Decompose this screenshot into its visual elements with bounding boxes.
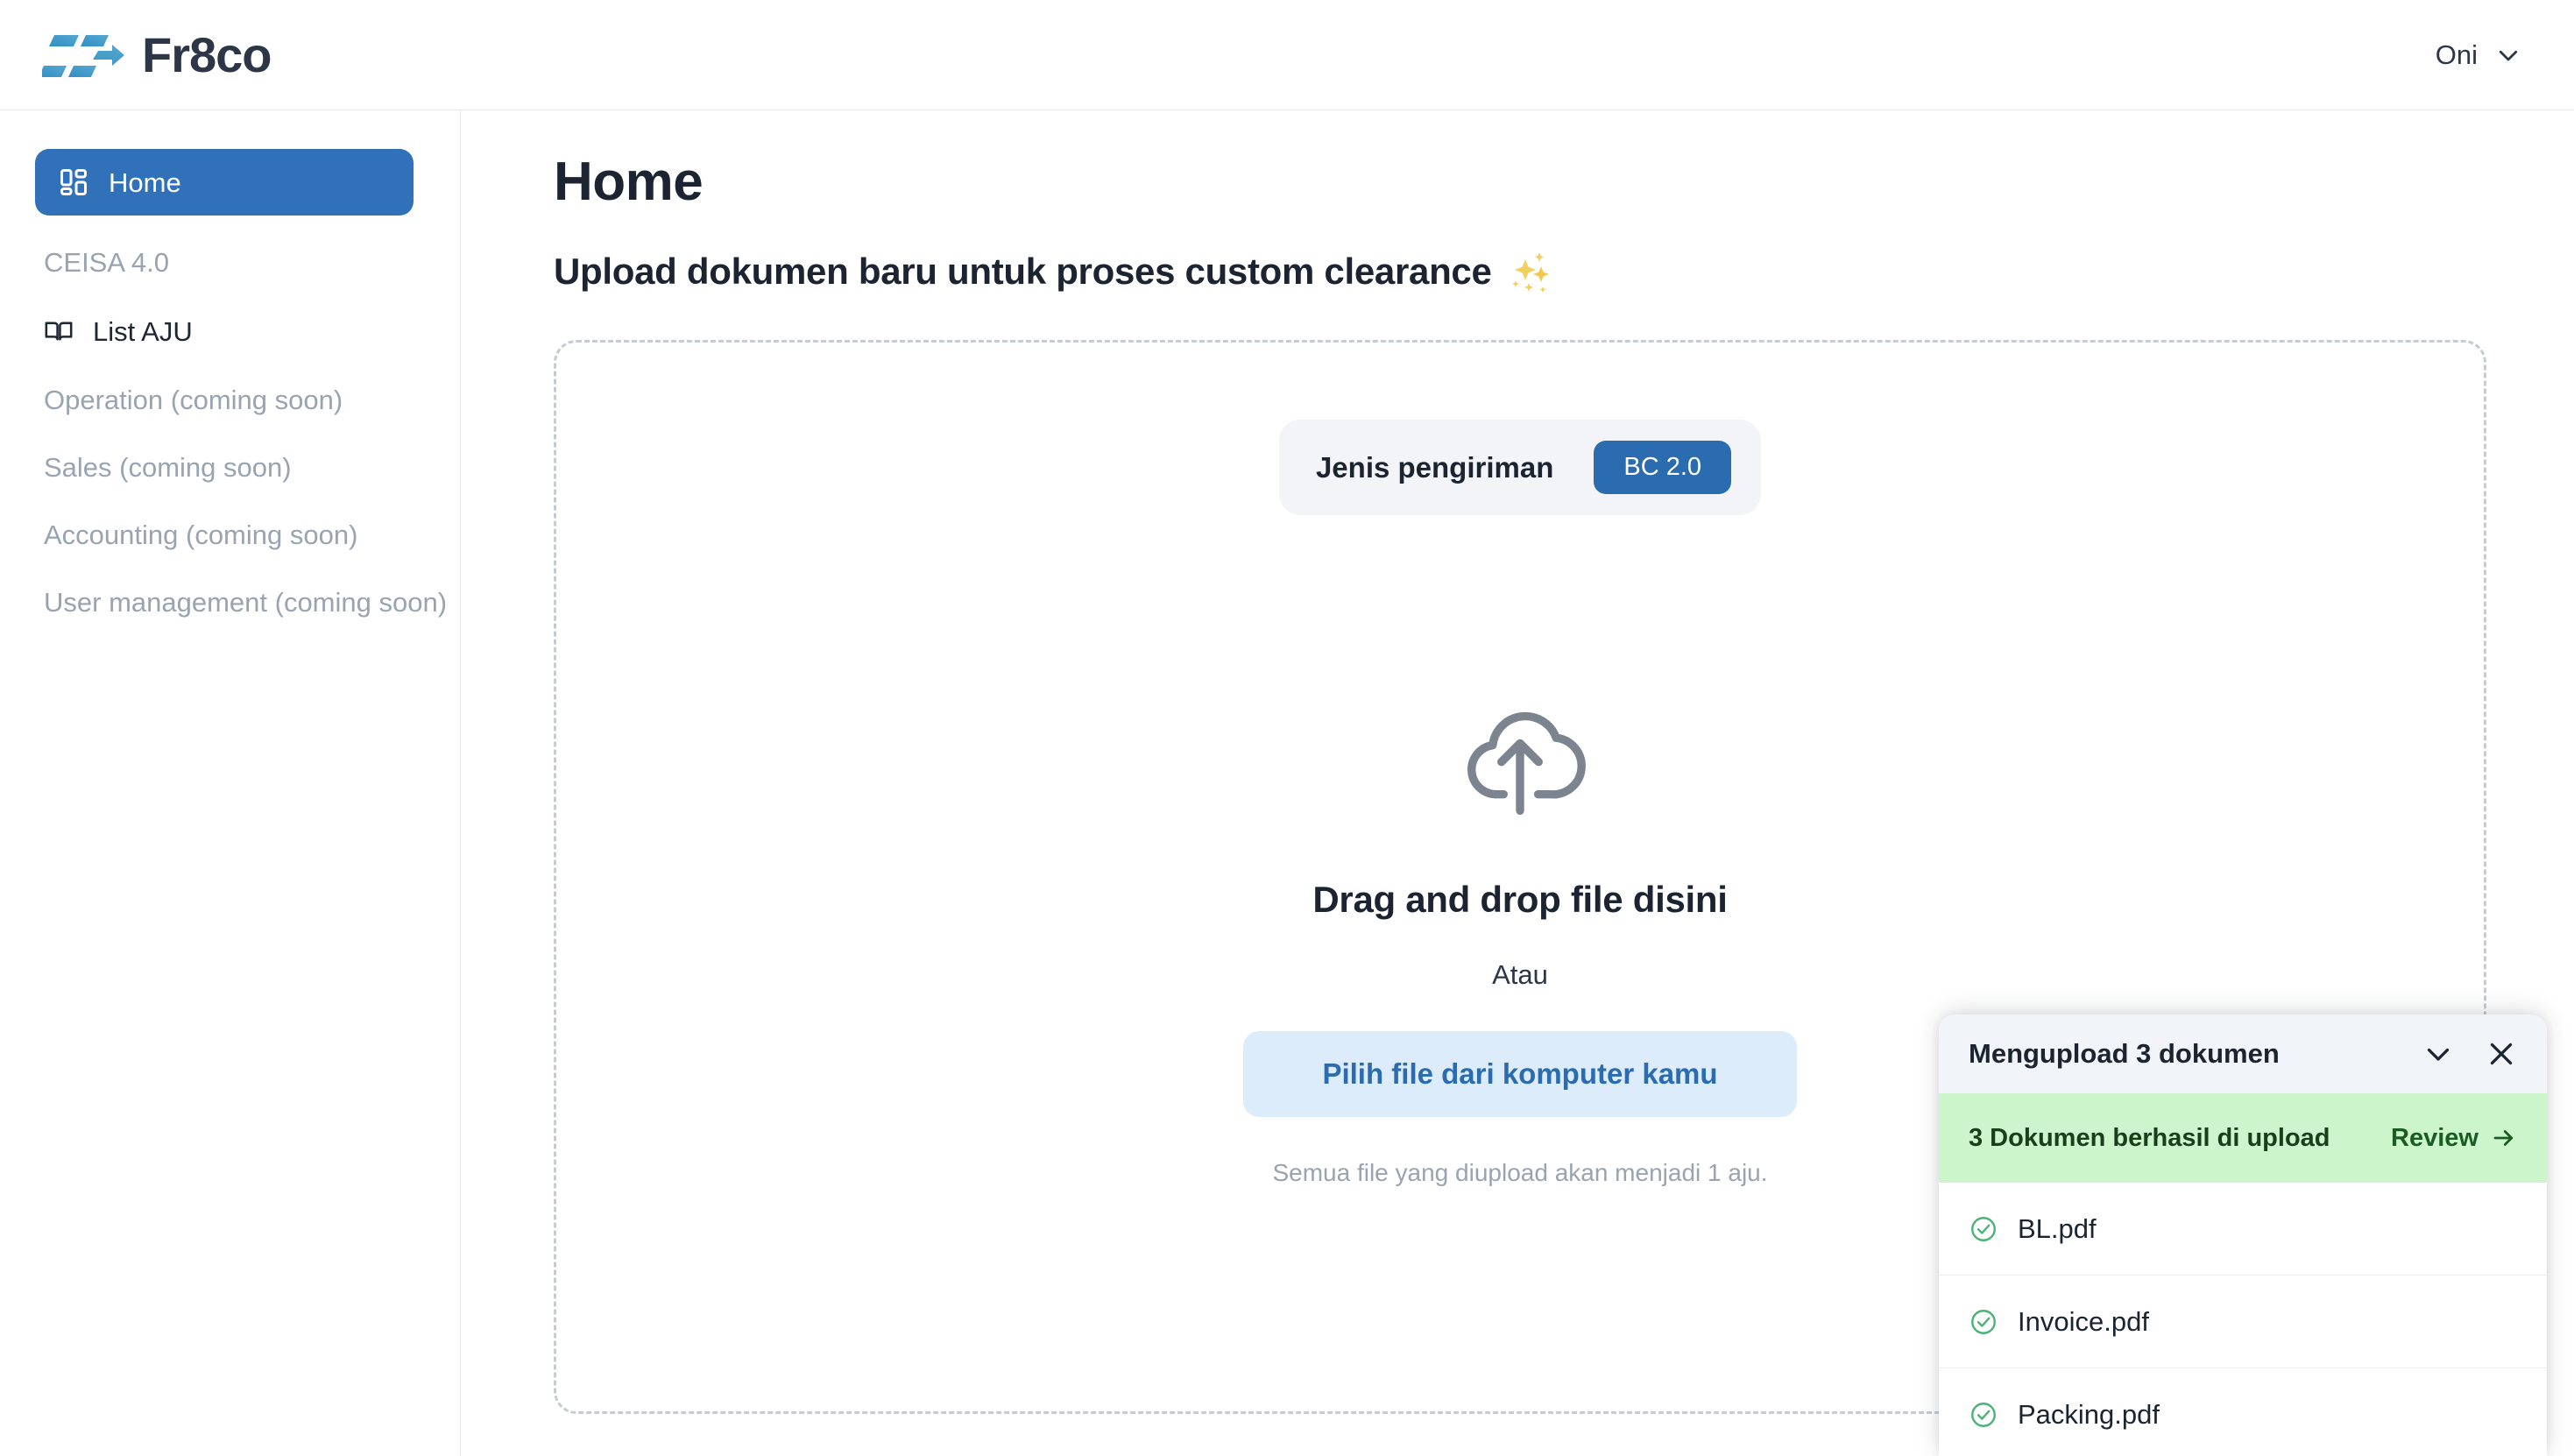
sidebar-item-sales: Sales (coming soon): [39, 440, 418, 495]
upload-success-banner: 3 Dokumen berhasil di upload Review: [1939, 1093, 2547, 1183]
book-open-icon: [44, 316, 74, 346]
file-name: Packing.pdf: [2018, 1399, 2160, 1431]
sidebar-item-label: User management (coming soon): [44, 589, 447, 616]
choose-file-button[interactable]: Pilih file dari komputer kamu: [1243, 1031, 1797, 1117]
chevron-down-icon: [2495, 42, 2521, 68]
file-name: Invoice.pdf: [2018, 1306, 2149, 1338]
sidebar-item-label: CEISA 4.0: [44, 249, 169, 276]
page-subtitle: Upload dokumen baru untuk proses custom …: [554, 251, 1492, 293]
check-circle-icon: [1969, 1400, 1998, 1430]
dropzone-title: Drag and drop file disini: [1312, 879, 1727, 921]
collapse-panel-button[interactable]: [2419, 1035, 2457, 1073]
sidebar: Home CEISA 4.0 List AJU Operation (comin…: [0, 110, 461, 1456]
sidebar-item-label: Sales (coming soon): [44, 454, 292, 481]
dropzone-or-text: Atau: [1492, 959, 1548, 991]
sidebar-item-list-aju[interactable]: List AJU: [39, 302, 418, 360]
user-menu[interactable]: Oni: [2430, 31, 2527, 80]
cloud-upload-icon: [1454, 693, 1586, 824]
list-item[interactable]: Packing.pdf: [1939, 1368, 2547, 1456]
brand-name: Fr8co: [142, 31, 272, 80]
check-circle-icon: [1969, 1307, 1998, 1337]
review-link[interactable]: Review: [2391, 1124, 2517, 1153]
sidebar-item-label: List AJU: [93, 318, 193, 345]
shipment-type-badge[interactable]: BC 2.0: [1594, 441, 1731, 494]
brand[interactable]: Fr8co: [42, 28, 272, 82]
sidebar-item-label: Accounting (coming soon): [44, 521, 357, 548]
sidebar-item-operation: Operation (coming soon): [39, 372, 418, 428]
upload-panel-header: Mengupload 3 dokumen: [1939, 1014, 2547, 1093]
dropzone-hint: Semua file yang diupload akan menjadi 1 …: [1272, 1159, 1767, 1187]
sidebar-item-home[interactable]: Home: [35, 149, 414, 216]
upload-panel-title: Mengupload 3 dokumen: [1969, 1038, 2280, 1070]
list-item[interactable]: Invoice.pdf: [1939, 1276, 2547, 1368]
upload-progress-panel: Mengupload 3 dokumen 3 Dokumen berhasil …: [1939, 1014, 2547, 1456]
fr8co-arrow-bars-logo-icon: [42, 28, 124, 82]
review-label: Review: [2391, 1124, 2479, 1153]
shipment-type-selector: Jenis pengiriman BC 2.0: [1279, 420, 1761, 515]
list-item[interactable]: BL.pdf: [1939, 1183, 2547, 1276]
sidebar-section-ceisa: CEISA 4.0: [39, 235, 418, 290]
sidebar-item-user-management: User management (coming soon): [39, 575, 418, 630]
sidebar-item-label: Operation (coming soon): [44, 386, 343, 413]
top-bar: Fr8co Oni: [0, 0, 2574, 110]
upload-panel-actions: [2419, 1035, 2521, 1073]
app-root: Fr8co Oni Home CEISA 4.0: [0, 0, 2574, 1456]
sidebar-item-accounting: Accounting (coming soon): [39, 507, 418, 562]
close-panel-button[interactable]: [2482, 1035, 2521, 1073]
check-circle-icon: [1969, 1214, 1998, 1244]
upload-success-text: 3 Dokumen berhasil di upload: [1969, 1124, 2330, 1153]
page-title: Home: [554, 152, 2521, 212]
arrow-right-icon: [2491, 1125, 2517, 1151]
shipment-type-label: Jenis pengiriman: [1316, 451, 1553, 484]
user-name: Oni: [2436, 39, 2478, 71]
layout-dashboard-icon: [58, 166, 89, 198]
file-name: BL.pdf: [2018, 1213, 2097, 1245]
sidebar-item-label: Home: [109, 169, 181, 196]
sparkles-icon: [1508, 247, 1557, 296]
page-subtitle-row: Upload dokumen baru untuk proses custom …: [554, 247, 2521, 296]
